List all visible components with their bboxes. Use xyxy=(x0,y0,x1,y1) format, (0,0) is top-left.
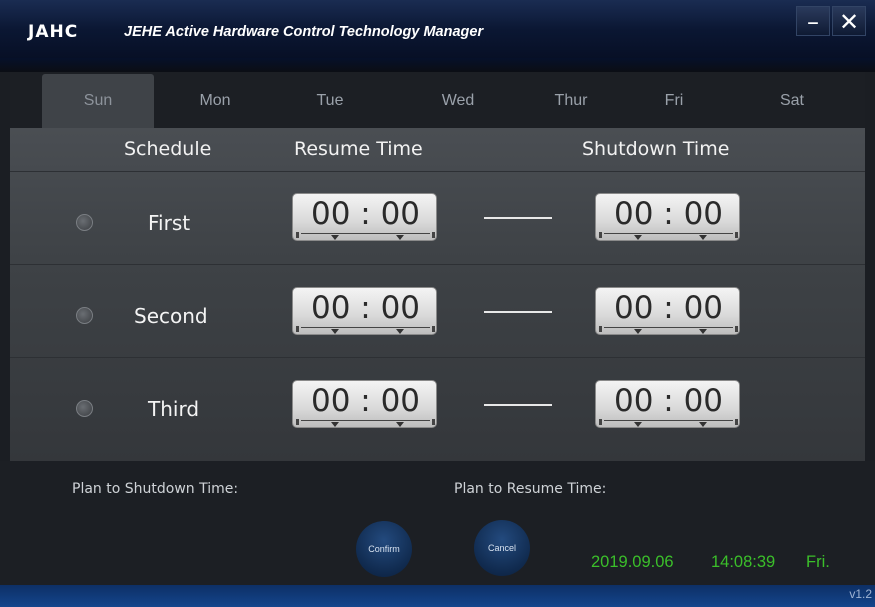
tab-tue[interactable]: Tue xyxy=(290,74,370,128)
tab-sat[interactable]: Sat xyxy=(752,74,832,128)
hour-down-arrow-icon[interactable] xyxy=(331,329,339,334)
app-title: JEHE Active Hardware Control Technology … xyxy=(124,24,484,40)
hour-down-arrow-icon[interactable] xyxy=(634,235,642,240)
schedule-radio-second[interactable] xyxy=(76,307,93,324)
plan-resume-label: Plan to Resume Time: xyxy=(454,481,607,497)
minimize-button[interactable]: – xyxy=(796,6,830,36)
schedule-label-first: First xyxy=(148,211,191,235)
minute-down-arrow-icon[interactable] xyxy=(699,422,707,427)
close-button[interactable]: ✕ xyxy=(832,6,866,36)
minute-down-arrow-icon[interactable] xyxy=(396,235,404,240)
weekday-tabs: Sun Mon Tue Wed Thur Fri Sat xyxy=(10,72,865,130)
current-time: 14:08:39 xyxy=(711,553,776,571)
app-logo: JAHC xyxy=(28,22,79,42)
shutdown-time-third[interactable]: 00 : 00 xyxy=(595,380,740,428)
app-window: JAHC JEHE Active Hardware Control Techno… xyxy=(0,0,875,607)
resume-time-header: Resume Time xyxy=(294,138,423,160)
minute-down-arrow-icon[interactable] xyxy=(699,235,707,240)
cancel-button[interactable]: Cancel xyxy=(474,520,530,576)
time-range-dash xyxy=(484,217,552,219)
schedule-header: Schedule Resume Time Shutdown Time xyxy=(10,128,865,171)
shutdown-time-value: 00 : 00 xyxy=(613,290,724,326)
resume-time-second[interactable]: 00 : 00 xyxy=(292,287,437,335)
footer-panel: Plan to Shutdown Time: Plan to Resume Ti… xyxy=(0,461,875,607)
plan-shutdown-label: Plan to Shutdown Time: xyxy=(72,481,239,497)
time-range-dash xyxy=(484,311,552,313)
shutdown-time-header: Shutdown Time xyxy=(582,138,730,160)
schedule-label-third: Third xyxy=(148,397,200,421)
resume-time-value: 00 : 00 xyxy=(310,290,421,326)
title-divider xyxy=(0,58,875,72)
shutdown-time-first[interactable]: 00 : 00 xyxy=(595,193,740,241)
shutdown-time-value: 00 : 00 xyxy=(613,383,724,419)
hour-down-arrow-icon[interactable] xyxy=(331,235,339,240)
schedule-panel: Schedule Resume Time Shutdown Time First… xyxy=(10,128,865,461)
hour-down-arrow-icon[interactable] xyxy=(634,329,642,334)
minute-down-arrow-icon[interactable] xyxy=(396,422,404,427)
current-weekday: Fri. xyxy=(806,553,830,571)
shutdown-time-value: 00 : 00 xyxy=(613,196,724,232)
hour-down-arrow-icon[interactable] xyxy=(634,422,642,427)
schedule-header-label: Schedule xyxy=(124,138,212,160)
schedule-radio-first[interactable] xyxy=(76,214,93,231)
status-bar xyxy=(0,585,875,607)
time-range-dash xyxy=(484,404,552,406)
tab-sun[interactable]: Sun xyxy=(42,74,154,128)
current-date: 2019.09.06 xyxy=(591,553,674,571)
tab-fri[interactable]: Fri xyxy=(634,74,714,128)
hour-down-arrow-icon[interactable] xyxy=(331,422,339,427)
schedule-row-second: Second 00 : 00 00 : 00 xyxy=(10,264,865,358)
tab-wed[interactable]: Wed xyxy=(418,74,498,128)
tab-mon[interactable]: Mon xyxy=(175,74,255,128)
resume-time-first[interactable]: 00 : 00 xyxy=(292,193,437,241)
resume-time-third[interactable]: 00 : 00 xyxy=(292,380,437,428)
schedule-label-second: Second xyxy=(134,304,208,328)
schedule-row-first: First 00 : 00 00 : 00 xyxy=(10,171,865,265)
shutdown-time-second[interactable]: 00 : 00 xyxy=(595,287,740,335)
schedule-row-third: Third 00 : 00 00 : 00 xyxy=(10,357,865,451)
title-bar: JAHC JEHE Active Hardware Control Techno… xyxy=(0,0,875,66)
schedule-radio-third[interactable] xyxy=(76,400,93,417)
minute-down-arrow-icon[interactable] xyxy=(396,329,404,334)
minute-down-arrow-icon[interactable] xyxy=(699,329,707,334)
resume-time-value: 00 : 00 xyxy=(310,196,421,232)
confirm-button[interactable]: Confirm xyxy=(356,521,412,577)
tab-thur[interactable]: Thur xyxy=(529,74,613,128)
resume-time-value: 00 : 00 xyxy=(310,383,421,419)
version-label: v1.2 xyxy=(849,587,872,601)
